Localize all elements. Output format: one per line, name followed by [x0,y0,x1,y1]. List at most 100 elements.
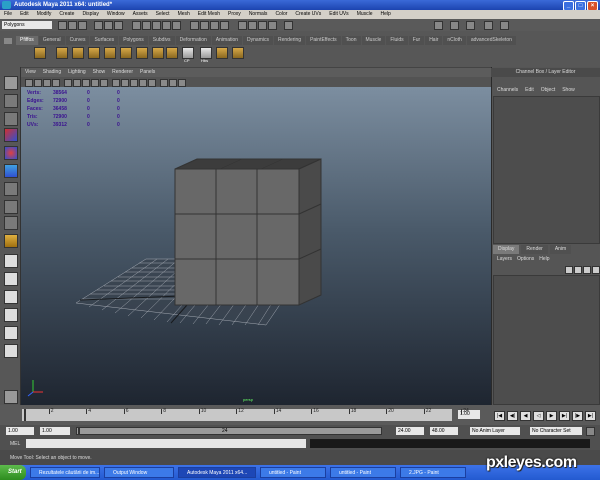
menu-create[interactable]: Create [59,10,74,19]
play-backwards-icon[interactable]: ◁ [533,411,544,421]
menu-mesh[interactable]: Mesh [178,10,190,19]
camera-select-icon[interactable] [25,79,33,87]
character-set-dropdown[interactable]: No Character Set [530,427,582,435]
menu-proxy[interactable]: Proxy [228,10,241,19]
menu-edit-mesh[interactable]: Edit Mesh [198,10,220,19]
taskbar-item[interactable]: Autodesk Maya 2011 x64... [178,467,256,478]
panel-menu-renderer[interactable]: Renderer [112,68,133,77]
smooth-shade-icon[interactable] [121,79,129,87]
shelf-tool-icon[interactable] [120,47,132,59]
new-scene-icon[interactable] [58,21,67,30]
taskbar-item[interactable]: untitled - Paint [330,467,396,478]
select-hierarchy-icon[interactable] [94,21,103,30]
menu-file[interactable]: File [4,10,12,19]
menu-help[interactable]: Help [381,10,391,19]
panel-menu-show[interactable]: Show [93,68,106,77]
shelf-tab-animation[interactable]: Animation [211,36,243,45]
layer-list[interactable] [493,275,600,405]
menu-options[interactable]: Options [517,255,534,264]
shelf-tool-icon[interactable] [136,47,148,59]
shelf-tab-deformation[interactable]: Deformation [175,36,211,45]
snap-plane-icon[interactable] [220,21,229,30]
xray-icon[interactable] [169,79,177,87]
lights-icon[interactable] [148,79,156,87]
taskbar-item[interactable]: Output Window [104,467,174,478]
menu-cb-edit[interactable]: Edit [525,86,534,95]
menu-muscle[interactable]: Muscle [357,10,373,19]
tab-display[interactable]: Display [493,245,520,254]
step-back-frame-icon[interactable]: ◀ [520,411,531,421]
mask-vertex-icon[interactable] [132,21,141,30]
auto-key-icon[interactable] [586,427,595,436]
shelf-tool-icon[interactable] [216,47,228,59]
shelf-tab-surfaces[interactable]: Surfaces [90,36,119,45]
scale-tool-icon[interactable] [4,164,18,178]
textured-icon[interactable] [139,79,147,87]
gate-mask-icon[interactable] [91,79,99,87]
last-tool-icon[interactable] [4,234,18,248]
menu-channels[interactable]: Channels [497,86,518,95]
select-object-icon[interactable] [104,21,113,30]
taskbar-item[interactable]: 2.JPG - Paint [400,467,466,478]
start-time-field[interactable]: 1.00 [6,427,34,435]
select-component-icon[interactable] [114,21,123,30]
show-manipulator-icon[interactable] [4,216,18,230]
universal-manipulator-icon[interactable] [4,182,18,196]
attribute-editor-toggle-icon[interactable] [434,21,443,30]
shelf-tool-icon[interactable] [104,47,116,59]
end-time-field[interactable]: 48.00 [430,427,458,435]
step-forward-key-icon[interactable]: |▶ [572,411,583,421]
shelf-tab-advancedskeleton[interactable]: advancedSkeleton [466,36,516,45]
channel-box-body[interactable] [493,96,600,244]
field-chart-icon[interactable] [100,79,108,87]
menu-create-uvs[interactable]: Create UVs [295,10,321,19]
shelf-tab-polygons[interactable]: Polygons [119,36,148,45]
shelf-tab-muscle[interactable]: Muscle [361,36,386,45]
layout-icon[interactable] [484,21,493,30]
range-start-handle[interactable] [78,428,80,434]
mask-face-icon[interactable] [152,21,161,30]
step-back-key-icon[interactable]: ◀| [507,411,518,421]
menu-edit-uvs[interactable]: Edit UVs [329,10,348,19]
tool-settings-toggle-icon[interactable] [450,21,459,30]
menu-window[interactable]: Window [107,10,125,19]
render-icon[interactable] [248,21,257,30]
menu-layers[interactable]: Layers [497,255,512,264]
layout-outliner-icon[interactable] [4,308,18,322]
snap-curve-icon[interactable] [200,21,209,30]
isolate-select-icon[interactable] [178,79,186,87]
menu-display[interactable]: Display [82,10,98,19]
shelf-tab-curves[interactable]: Curves [65,36,90,45]
tab-render[interactable]: Render [521,245,548,254]
tab-anim[interactable]: Anim [549,245,572,254]
image-plane-icon[interactable] [52,79,60,87]
play-forwards-icon[interactable]: ▶ [546,411,557,421]
shelf-tool-icon[interactable] [232,47,244,59]
shelf-tab-fur[interactable]: Fur [408,36,425,45]
layout-side-icon[interactable] [4,290,18,304]
mask-edge-icon[interactable] [142,21,151,30]
shelf-tab-hair[interactable]: Hair [425,36,443,45]
open-scene-icon[interactable] [68,21,77,30]
shelf-tab-ncloth[interactable]: nCloth [443,36,466,45]
shelf-tab-subdivs[interactable]: Subdivs [148,36,175,45]
input-field-icon[interactable] [284,21,293,30]
shelf-tool-icon[interactable] [72,47,84,59]
mask-uv-icon[interactable] [162,21,171,30]
paint-select-tool-icon[interactable] [4,112,18,126]
outliner-icon[interactable] [500,21,509,30]
ipr-render-icon[interactable] [258,21,267,30]
shelf-tool-icon[interactable] [166,47,178,59]
wireframe-icon[interactable] [112,79,120,87]
select-tool-icon[interactable] [4,76,18,90]
perspective-viewport[interactable]: Verts: 38564 0 0 Edges: 72900 0 0 Faces: 36458 0… [21,87,491,405]
menu-edit[interactable]: Edit [20,10,29,19]
history-icon[interactable] [238,21,247,30]
command-language-label[interactable]: MEL [10,441,20,447]
save-scene-icon[interactable] [78,21,87,30]
shelf-tool-icon[interactable] [56,47,68,59]
move-layer-down-icon[interactable] [574,266,582,274]
menu-set-dropdown[interactable]: Polygons [2,21,52,29]
new-layer-icon[interactable] [583,266,591,274]
range-slider[interactable] [76,427,382,435]
